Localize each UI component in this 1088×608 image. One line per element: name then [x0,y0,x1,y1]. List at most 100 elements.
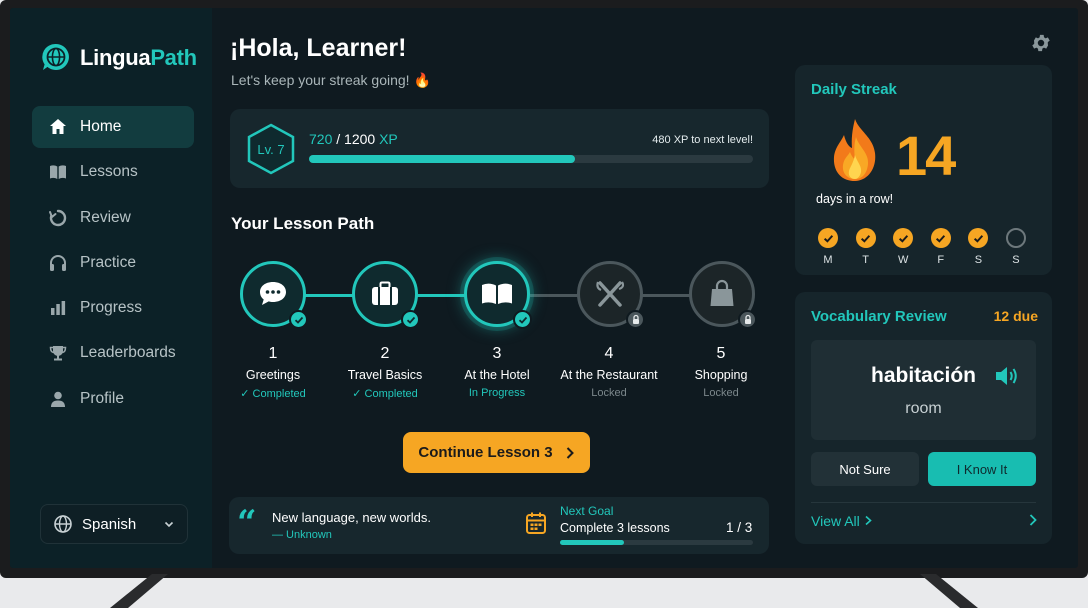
lesson-node-3[interactable] [464,261,532,329]
lesson-name: Travel Basics [347,368,423,382]
chevron-right-icon [865,515,872,526]
flashcard: habitación room [811,340,1036,440]
streak-day: S [967,228,989,266]
xp-to-next-level: 480 XP to next level! [652,134,753,146]
divider [811,502,1036,503]
sidebar-item-label: Review [80,208,131,226]
next-goal-count: 1 / 3 [726,520,753,535]
sidebar-item-lessons[interactable]: Lessons [32,151,194,193]
lesson-status: Locked [591,387,627,399]
lock-badge-icon [738,310,757,329]
language-select[interactable]: Spanish [40,504,188,544]
sidebar-item-home[interactable]: Home [32,106,194,148]
lesson-status: Locked [703,387,739,399]
path-connector-1 [305,294,353,297]
sidebar-item-review[interactable]: Review [32,197,194,239]
view-all-link[interactable]: View All [811,513,873,529]
app-screen: LinguaPath Home Lessons Review Practice … [10,8,1078,568]
check-circle-icon [968,228,989,248]
calendar-icon [526,512,546,534]
lesson-name: At the Restaurant [560,368,658,382]
streak-day-label: F [937,254,945,266]
sidebar-nav: Home Lessons Review Practice Progress Le… [32,106,194,423]
sidebar-item-profile[interactable]: Profile [32,378,194,420]
sidebar-item-label: Practice [80,253,136,271]
chevron-right-icon [566,446,574,459]
lock-badge-icon [626,310,645,329]
path-connector-3 [530,294,578,297]
sidebar-item-label: Lessons [80,163,138,181]
next-goal-text: Complete 3 lessons [560,521,670,535]
chevron-down-icon [164,521,174,528]
view-all-label: View All [811,513,860,529]
streak-day: S [1005,228,1027,266]
streak-week: M T W F S S [817,228,1027,266]
i-know-it-button[interactable]: I Know It [928,452,1036,486]
speaker-icon[interactable] [994,364,1020,388]
lesson-number: 1 [268,345,278,362]
logo-text-part2: Path [150,45,197,70]
lesson-name: At the Hotel [464,368,530,382]
refresh-icon [49,209,67,226]
shopping-bag-icon [710,279,734,306]
lesson-node-1[interactable] [240,261,308,329]
lesson-status: ✓ Completed [352,388,418,400]
suitcase-icon [372,281,398,305]
level-badge: Lv. 7 [257,141,285,157]
flashcard-word: habitación [871,364,977,387]
page-title: ¡Hola, Learner! [230,34,407,62]
streak-day-label: S [1012,254,1020,266]
lesson-node-5[interactable] [689,261,757,329]
sidebar-item-label: Home [80,118,122,135]
lesson-path-title: Your Lesson Path [231,214,375,233]
sidebar-item-progress[interactable]: Progress [32,287,194,329]
vocabulary-review-card: Vocabulary Review 12 due habitación room… [795,292,1052,544]
streak-day-label: W [897,254,909,266]
language-select-value: Spanish [82,515,137,533]
goal-progress-bar [560,540,753,545]
bar-chart-icon [51,301,66,316]
quote-goal-card: “ New language, new worlds. — Unknown Ne… [229,497,769,554]
empty-circle-icon [1005,228,1026,248]
app-logo[interactable]: LinguaPath [40,42,197,74]
lesson-label-4: 4 At the Restaurant Locked [544,345,674,399]
quote-mark-icon: “ [237,503,257,543]
lesson-label-2: 2 Travel Basics ✓ Completed [320,345,450,400]
home-icon [50,119,66,134]
sidebar-item-leaderboards[interactable]: Leaderboards [32,332,194,374]
check-badge-icon [401,310,420,329]
next-goal-label: Next Goal [560,504,614,518]
page-subtitle: Let's keep your streak going! 🔥 [231,72,431,88]
book-icon [50,165,66,180]
not-sure-button[interactable]: Not Sure [811,452,919,486]
daily-streak-card: Daily Streak 14 days in a row! M T W F S… [795,65,1052,275]
lesson-label-3: 3 At the Hotel In Progress [432,345,562,399]
lesson-node-4[interactable] [577,261,645,329]
streak-day-label: M [823,254,833,266]
continue-lesson-button[interactable]: Continue Lesson 3 [403,432,590,473]
check-circle-icon [893,228,914,248]
settings-gear-icon[interactable] [1030,32,1052,54]
sidebar-item-practice[interactable]: Practice [32,242,194,284]
quote-text: New language, new worlds. [272,510,431,525]
headphones-icon [50,254,66,271]
path-connector-4 [642,294,690,297]
quote-author: — Unknown [272,529,332,541]
xp-separator: / [332,131,345,147]
vocabulary-due-count: 12 due [993,308,1038,324]
globe-icon [54,515,72,533]
logo-text-part1: Lingua [80,45,151,70]
streak-day-label: S [974,254,983,266]
sidebar-item-label: Leaderboards [80,344,176,362]
lesson-status: ✓ Completed [240,388,306,400]
daily-streak-title: Daily Streak [811,81,897,98]
lesson-number: 3 [492,345,502,362]
lesson-name: Greetings [245,368,301,382]
lesson-node-2[interactable] [352,261,420,329]
check-badge-icon [513,310,532,329]
goal-progress-fill [560,540,624,545]
check-badge-icon [289,310,308,329]
xp-progress-fill [309,155,576,163]
xp-unit: XP [375,131,398,147]
chevron-right-icon[interactable] [1028,513,1038,527]
